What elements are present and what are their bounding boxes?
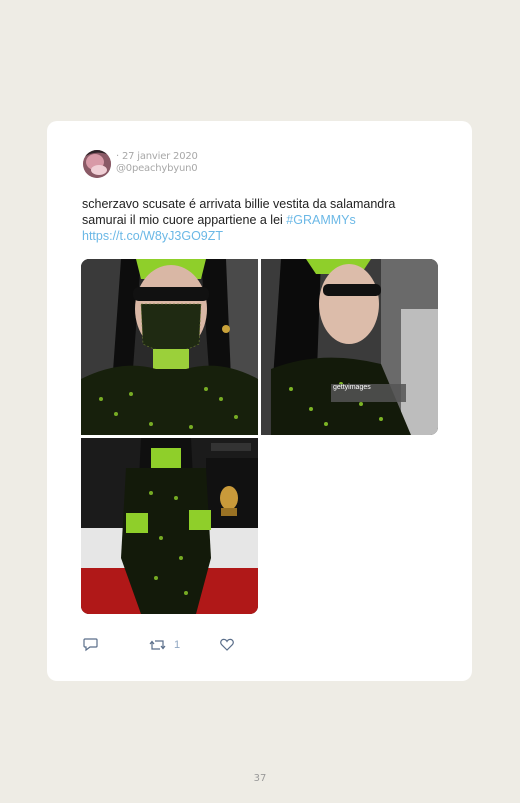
retweet-count: 1 — [174, 639, 181, 651]
photo-3-image — [81, 438, 258, 614]
hashtag-link[interactable]: #GRAMMYs — [286, 213, 355, 227]
page-number: 37 — [253, 773, 267, 784]
retweet-button[interactable]: 1 — [149, 638, 180, 652]
tweet-photo-3[interactable] — [81, 438, 258, 614]
like-icon — [220, 638, 234, 651]
tweet-meta: · 27 janvier 2020 @0peachybyun0 — [116, 151, 198, 175]
tweet-date: · 27 janvier 2020 — [116, 151, 198, 162]
tweet-photo-2[interactable]: gettyimages — [261, 259, 438, 435]
reply-icon — [83, 638, 98, 652]
tweet-text: scherzavo scusate é arrivata billie vest… — [82, 196, 432, 244]
tweet-handle[interactable]: @0peachybyun0 — [116, 163, 198, 175]
like-button[interactable] — [220, 638, 234, 651]
photo-1-image — [81, 259, 258, 435]
reply-button[interactable] — [83, 638, 98, 652]
photo-watermark: gettyimages — [333, 384, 371, 391]
photo-2-image — [261, 259, 438, 435]
tweet-photo-1[interactable] — [81, 259, 258, 435]
avatar-image — [83, 150, 111, 178]
tweet-card: · 27 janvier 2020 @0peachybyun0 scherzav… — [47, 121, 472, 681]
retweet-icon — [149, 640, 166, 650]
avatar[interactable] — [83, 150, 111, 178]
tweet-url-link[interactable]: https://t.co/W8yJ3GO9ZT — [82, 229, 223, 243]
